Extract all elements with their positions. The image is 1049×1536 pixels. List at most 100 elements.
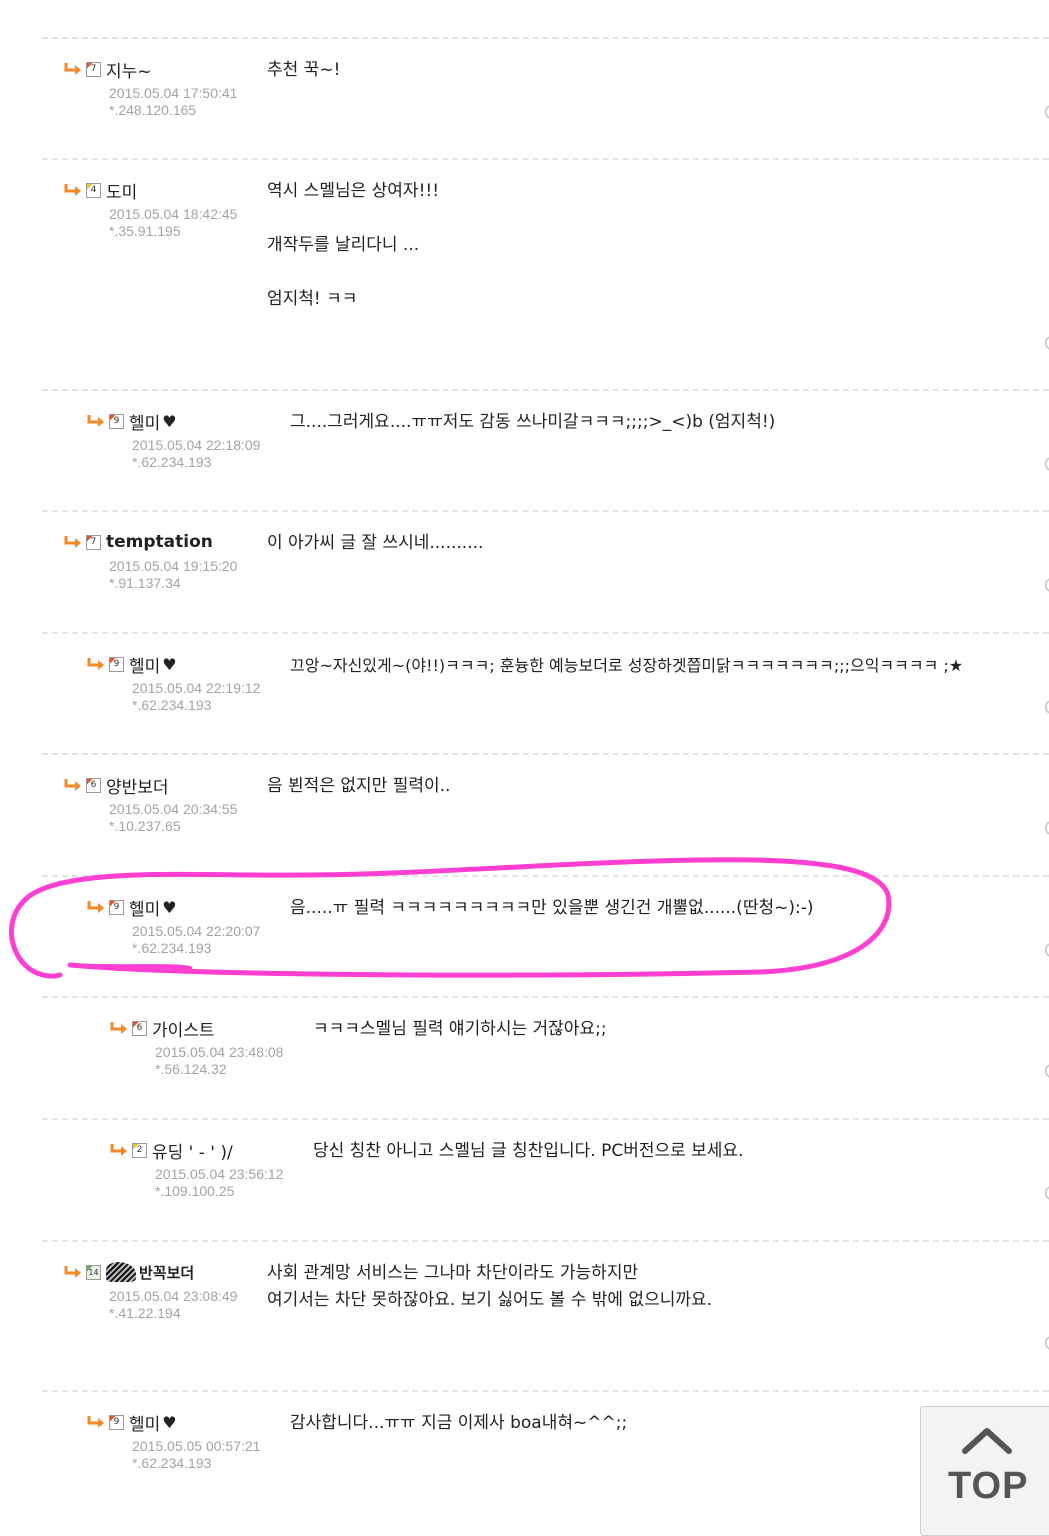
comment-author[interactable]: 도미: [106, 178, 137, 203]
comment-author[interactable]: 헬미: [129, 1410, 160, 1435]
reply-arrow-icon: [87, 658, 104, 670]
comment-date: 2015.05.04 23:48:08: [155, 1044, 284, 1060]
comment-text: 추천 꾹~!: [267, 60, 341, 80]
level-badge-icon: 6: [132, 1020, 147, 1036]
comment-author[interactable]: 가이스트: [152, 1016, 215, 1041]
top-label: TOP: [948, 1465, 1029, 1507]
comment-ip: *.109.100.25: [155, 1183, 235, 1199]
comment-item: 6 양반보더 2015.05.04 20:34:55 *.10.237.65 음…: [42, 753, 1049, 877]
reply-arrow-icon: [64, 63, 81, 75]
options-handle[interactable]: [1045, 700, 1049, 714]
comment-ip: *.62.234.193: [132, 1455, 212, 1471]
comment-item: 6 가이스트 2015.05.04 23:48:08 *.56.124.32 ㅋ…: [42, 996, 1049, 1120]
comment-ip: *.91.137.34: [109, 575, 181, 591]
comment-author[interactable]: 헬미: [129, 895, 160, 920]
options-handle[interactable]: [1045, 1336, 1049, 1350]
comment-author[interactable]: 헬미: [129, 652, 160, 677]
options-handle[interactable]: [1045, 336, 1049, 350]
comment-author[interactable]: 유딩 ' - ' )/: [152, 1138, 233, 1163]
comment-ip: *.41.22.194: [109, 1305, 181, 1321]
options-handle[interactable]: [1045, 821, 1049, 835]
comment-author[interactable]: 헬미: [129, 409, 160, 434]
comment-item: 9 헬미 ♥ 2015.05.04 22:20:07 *.62.234.193 음…: [42, 875, 1049, 998]
level-badge-icon: 7: [86, 61, 101, 77]
scroll-to-top-button[interactable]: TOP: [920, 1406, 1049, 1536]
comment-content: 끄앙~자신있게~(야!!)ㅋㅋㅋ; 훈늉한 예능보더로 성장하겟쯥미닭ㅋㅋㅋㅋㅋ…: [290, 652, 963, 706]
comment-date: 2015.05.04 22:19:12: [132, 680, 261, 696]
character-icon: [106, 1262, 136, 1282]
reply-arrow-icon: [87, 415, 104, 427]
comment-ip: *.10.237.65: [109, 818, 181, 834]
black-heart-icon: ♥: [162, 411, 177, 431]
reply-arrow-icon: [110, 1022, 127, 1034]
level-badge-icon: 14: [86, 1264, 101, 1280]
reply-arrow-icon: [87, 1416, 104, 1428]
black-heart-icon: ♥: [162, 897, 177, 917]
comment-ip: *.35.91.195: [109, 223, 181, 239]
comment-item: 4 도미 2015.05.04 18:42:45 *.35.91.195 역시 …: [42, 158, 1049, 391]
options-handle[interactable]: [1045, 578, 1049, 592]
chevron-up-icon: [962, 1428, 1012, 1454]
comment-item: 9 헬미 ♥ 2015.05.05 00:57:21 *.62.234.193 감…: [42, 1390, 1049, 1526]
black-heart-icon: ♥: [162, 654, 177, 674]
comment-author[interactable]: 반꼭보더: [139, 1262, 194, 1283]
reply-arrow-icon: [110, 1144, 127, 1156]
comment-content: ㅋㅋㅋ스멜님 필력 얘기하시는 거잖아요;;: [313, 1016, 607, 1070]
options-handle[interactable]: [1045, 1186, 1049, 1200]
comment-content: 음.....ㅠ 필력 ㅋㅋㅋㅋㅋㅋㅋㅋㅋ만 있을뿐 생긴건 개뿔없......(…: [290, 895, 813, 949]
comment-text: ㅋㅋㅋ스멜님 필력 얘기하시는 거잖아요;;: [313, 1019, 607, 1039]
comment-content: 이 아가씨 글 잘 쓰시네..........: [267, 530, 483, 584]
comment-text: 이 아가씨 글 잘 쓰시네..........: [267, 533, 484, 553]
black-heart-icon: ♥: [162, 1412, 177, 1432]
level-badge-icon: 7: [86, 534, 101, 550]
comment-item: 7 temptation 2015.05.04 19:15:20 *.91.13…: [42, 510, 1049, 634]
level-badge-icon: 9: [109, 413, 124, 429]
comment-content: 당신 칭찬 아니고 스멜님 글 칭찬입니다. PC버전으로 보세요.: [313, 1138, 743, 1192]
options-handle[interactable]: [1045, 1064, 1049, 1078]
level-badge-icon: 6: [86, 777, 101, 793]
reply-arrow-icon: [87, 901, 104, 913]
comment-date: 2015.05.04 18:42:45: [109, 206, 238, 222]
comment-text: 개작두를 날리다니 ...: [267, 235, 420, 255]
reply-arrow-icon: [64, 536, 81, 548]
comment-date: 2015.05.05 00:57:21: [132, 1438, 261, 1454]
reply-arrow-icon: [64, 1266, 81, 1278]
comment-item: 7 지누~ 2015.05.04 17:50:41 *.248.120.165 …: [42, 37, 1049, 160]
comment-text: 감사합니다...ㅠㅠ 지금 이제사 boa내혀~^^;;: [290, 1413, 628, 1433]
comment-item: 2 유딩 ' - ' )/ 2015.05.04 23:56:12 *.109.…: [42, 1118, 1049, 1242]
reply-arrow-icon: [64, 184, 81, 196]
comment-content: 역시 스멜님은 상여자!!! 개작두를 날리다니 ... 엄지척! ㅋㅋ: [267, 178, 439, 340]
comment-author[interactable]: temptation: [106, 532, 213, 552]
level-badge-icon: 9: [109, 899, 124, 915]
comment-ip: *.62.234.193: [132, 454, 212, 470]
comment-text: 여기서는 차단 못하잖아요. 보기 싫어도 볼 수 밖에 없으니까요.: [267, 1290, 713, 1310]
comment-content: 감사합니다...ㅠㅠ 지금 이제사 boa내혀~^^;;: [290, 1410, 627, 1464]
comment-text: 음 뵌적은 없지만 필력이..: [267, 776, 451, 796]
comment-date: 2015.05.04 22:18:09: [132, 437, 261, 453]
comment-text: 사회 관계망 서비스는 그나마 차단이라도 가능하지만: [267, 1263, 639, 1283]
options-handle[interactable]: [1045, 457, 1049, 471]
comment-ip: *.56.124.32: [155, 1061, 227, 1077]
comment-text: 당신 칭찬 아니고 스멜님 글 칭찬입니다. PC버전으로 보세요.: [313, 1141, 744, 1161]
options-handle[interactable]: [1045, 105, 1049, 119]
level-badge-icon: 9: [109, 1414, 124, 1430]
comment-ip: *.62.234.193: [132, 697, 212, 713]
comment-text: 그....그러게요....ㅠㅠ저도 감동 쓰나미갈ㅋㅋㅋ;;;;>_<)b (엄…: [290, 412, 776, 432]
comment-item: 14 반꼭보더 2015.05.04 23:08:49 *.41.22.194 …: [42, 1240, 1049, 1392]
comment-author[interactable]: 양반보더: [106, 773, 169, 798]
comment-content: 그....그러게요....ㅠㅠ저도 감동 쓰나미갈ㅋㅋㅋ;;;;>_<)b (엄…: [290, 409, 775, 463]
comment-date: 2015.05.04 23:56:12: [155, 1166, 284, 1182]
comment-author[interactable]: 지누~: [106, 57, 152, 82]
comment-content: 사회 관계망 서비스는 그나마 차단이라도 가능하지만 여기서는 차단 못하잖아…: [267, 1260, 712, 1314]
comment-content: 음 뵌적은 없지만 필력이..: [267, 773, 450, 827]
level-badge-icon: 9: [109, 656, 124, 672]
comment-date: 2015.05.04 17:50:41: [109, 85, 238, 101]
level-badge-icon: 2: [132, 1142, 147, 1158]
comment-item: 9 헬미 ♥ 2015.05.04 22:18:09 *.62.234.193 그…: [42, 389, 1049, 512]
comment-ip: *.248.120.165: [109, 102, 197, 118]
comment-text: 엄지척! ㅋㅋ: [267, 289, 358, 309]
comment-text: 끄앙~자신있게~(야!!)ㅋㅋㅋ; 훈늉한 예능보더로 성장하겟쯥미닭ㅋㅋㅋㅋㅋ…: [290, 656, 964, 675]
options-handle[interactable]: [1045, 943, 1049, 957]
comment-date: 2015.05.04 19:15:20: [109, 558, 238, 574]
comment-content: 추천 꾹~!: [267, 57, 340, 111]
